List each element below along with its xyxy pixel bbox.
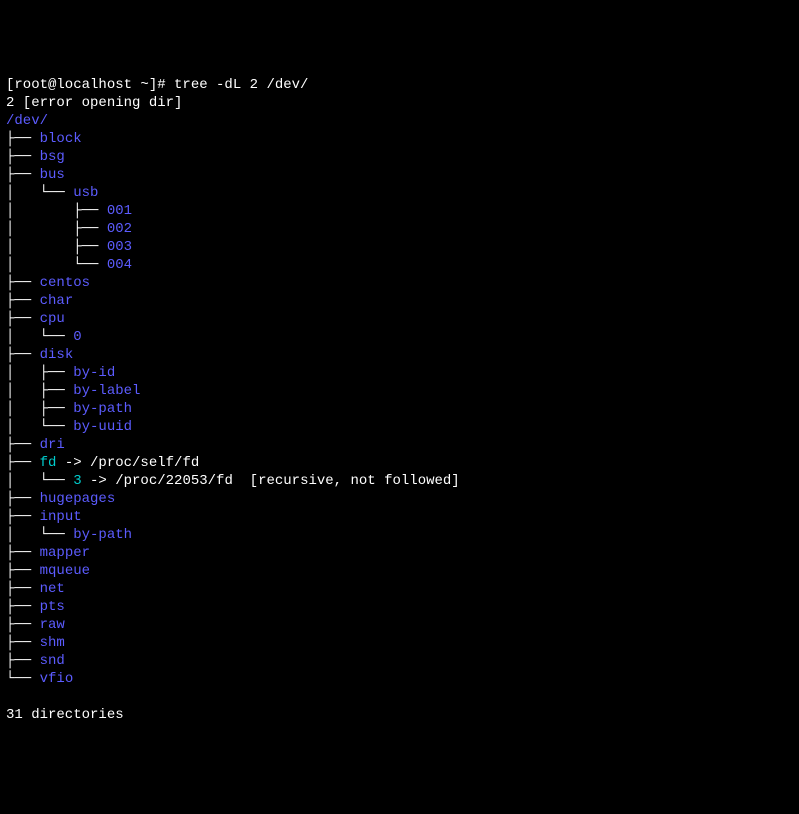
tree-branch: ├──	[6, 347, 40, 363]
tree-branch: ├──	[6, 617, 40, 633]
tree-entry: by-id	[73, 365, 115, 381]
tree-branch: │ ├──	[6, 203, 107, 219]
tree-entry: by-label	[73, 383, 140, 399]
tree-entry: usb	[73, 185, 98, 201]
tree-entry: pts	[40, 599, 65, 615]
tree-branch: ├──	[6, 599, 40, 615]
tree-entry: by-path	[73, 401, 132, 417]
tree-entry: hugepages	[40, 491, 116, 507]
tree-entry: disk	[40, 347, 74, 363]
tree-entry: bus	[40, 167, 65, 183]
summary-line: 31 directories	[6, 707, 124, 723]
tree-branch: ├──	[6, 275, 40, 291]
tree-branch: ├──	[6, 545, 40, 561]
tree-entry: mapper	[40, 545, 90, 561]
tree-branch: │ └──	[6, 473, 73, 489]
tree-branch: │ └──	[6, 257, 107, 273]
tree-entry: centos	[40, 275, 90, 291]
tree-branch: ├──	[6, 293, 40, 309]
tree-body: ├── block ├── bsg ├── bus │ └── usb │ ├─…	[6, 130, 793, 688]
tree-entry: 001	[107, 203, 132, 219]
tree-branch: │ └──	[6, 185, 73, 201]
tree-entry: 3	[73, 473, 81, 489]
tree-branch: ├──	[6, 149, 40, 165]
tree-branch: │ └──	[6, 527, 73, 543]
tree-branch: │ ├──	[6, 239, 107, 255]
tree-entry: input	[40, 509, 82, 525]
tree-entry: snd	[40, 653, 65, 669]
tree-root: /dev/	[6, 113, 48, 129]
tree-entry: 002	[107, 221, 132, 237]
tree-entry: block	[40, 131, 82, 147]
tree-entry: fd	[40, 455, 57, 471]
tree-branch: └──	[6, 671, 40, 687]
tree-branch: │ ├──	[6, 383, 73, 399]
tree-entry: vfio	[40, 671, 74, 687]
tree-branch: ├──	[6, 131, 40, 147]
tree-note: [recursive, not followed]	[233, 473, 460, 489]
tree-branch: ├──	[6, 653, 40, 669]
tree-entry: bsg	[40, 149, 65, 165]
tree-entry: 0	[73, 329, 81, 345]
terminal-output: [root@localhost ~]# tree -dL 2 /dev/ 2 […	[6, 76, 793, 724]
tree-branch: ├──	[6, 581, 40, 597]
tree-branch: ├──	[6, 455, 40, 471]
tree-branch: │ ├──	[6, 401, 73, 417]
tree-branch: ├──	[6, 491, 40, 507]
tree-entry: dri	[40, 437, 65, 453]
tree-entry: raw	[40, 617, 65, 633]
tree-entry: by-path	[73, 527, 132, 543]
symlink-target: -> /proc/self/fd	[56, 455, 199, 471]
tree-entry: 004	[107, 257, 132, 273]
tree-branch: ├──	[6, 437, 40, 453]
tree-entry: shm	[40, 635, 65, 651]
tree-entry: char	[40, 293, 74, 309]
tree-entry: mqueue	[40, 563, 90, 579]
tree-branch: │ ├──	[6, 365, 73, 381]
tree-entry: 003	[107, 239, 132, 255]
tree-branch: ├──	[6, 311, 40, 327]
tree-entry: cpu	[40, 311, 65, 327]
tree-entry: by-uuid	[73, 419, 132, 435]
tree-branch: │ ├──	[6, 221, 107, 237]
tree-branch: ├──	[6, 509, 40, 525]
tree-branch: │ └──	[6, 419, 73, 435]
tree-branch: ├──	[6, 635, 40, 651]
tree-branch: ├──	[6, 167, 40, 183]
symlink-target: -> /proc/22053/fd	[82, 473, 233, 489]
tree-branch: ├──	[6, 563, 40, 579]
tree-branch: │ └──	[6, 329, 73, 345]
tree-entry: net	[40, 581, 65, 597]
shell-prompt: [root@localhost ~]# tree -dL 2 /dev/	[6, 77, 308, 93]
error-line: 2 [error opening dir]	[6, 95, 182, 111]
